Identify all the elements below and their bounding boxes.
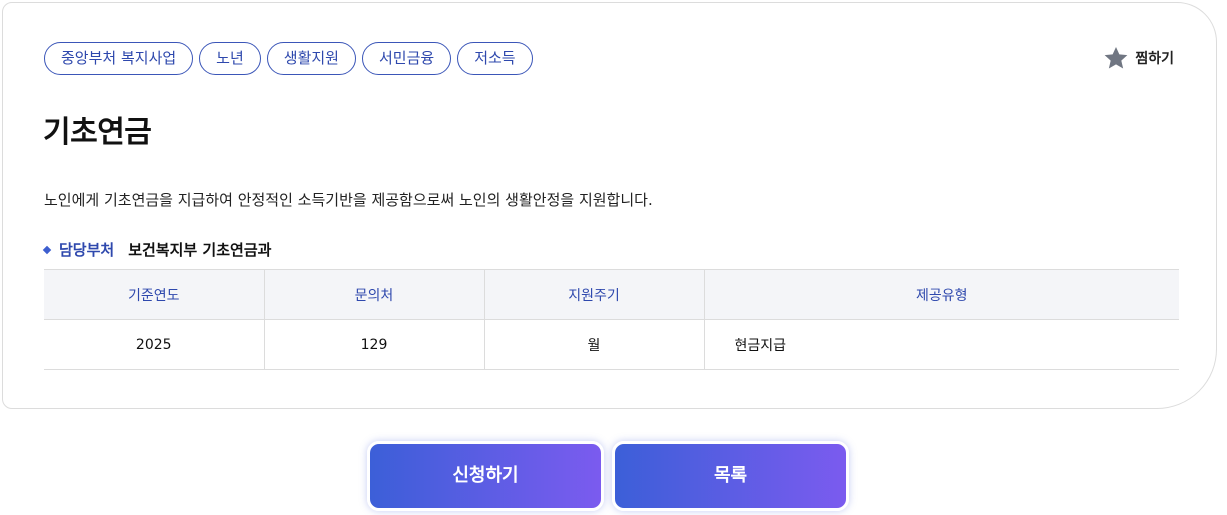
header-provision-type: 제공유형 (703, 269, 1179, 320)
star-icon (1104, 46, 1128, 69)
department-label: 담당부처 (59, 241, 115, 259)
header-base-year: 기준연도 (44, 269, 264, 320)
table-row: 2025 129 월 현금지급 (44, 319, 1179, 370)
action-buttons: 신청하기 목록 (367, 441, 849, 511)
page-title: 기초연금 (43, 115, 152, 150)
cell-support-cycle: 월 (483, 319, 704, 370)
department-info: 담당부처 보건복지부 기초연금과 (42, 239, 272, 260)
tag-elderly[interactable]: 노년 (199, 42, 261, 75)
tag-low-income[interactable]: 저소득 (457, 42, 533, 75)
tag-list: 중앙부처 복지사업 노년 생활지원 서민금융 저소득 (44, 42, 533, 75)
info-table: 기준연도 문의처 지원주기 제공유형 2025 129 월 현금지급 (44, 269, 1179, 370)
cell-contact: 129 (263, 319, 484, 370)
table-header-row: 기준연도 문의처 지원주기 제공유형 (44, 269, 1179, 320)
header-support-cycle: 지원주기 (483, 269, 704, 320)
favorite-button[interactable]: 찜하기 (1103, 45, 1174, 71)
department-value: 보건복지부 기초연금과 (128, 241, 272, 259)
service-description: 노인에게 기초연금을 지급하여 안정적인 소득기반을 제공함으로써 노인의 생활… (44, 191, 653, 209)
apply-button[interactable]: 신청하기 (367, 441, 604, 511)
list-button[interactable]: 목록 (612, 441, 849, 511)
cell-provision-type: 현금지급 (703, 319, 1179, 370)
tag-living-support[interactable]: 생활지원 (266, 42, 356, 75)
cell-base-year: 2025 (44, 319, 264, 370)
favorite-label: 찜하기 (1135, 51, 1174, 67)
tag-central-ministry[interactable]: 중앙부처 복지사업 (44, 42, 194, 75)
service-detail-card: 중앙부처 복지사업 노년 생활지원 서민금융 저소득 찜하기 기초연금 노인에게… (2, 2, 1217, 409)
tag-finance[interactable]: 서민금융 (361, 42, 452, 75)
diamond-bullet-icon (42, 245, 52, 254)
header-contact: 문의처 (263, 269, 484, 320)
